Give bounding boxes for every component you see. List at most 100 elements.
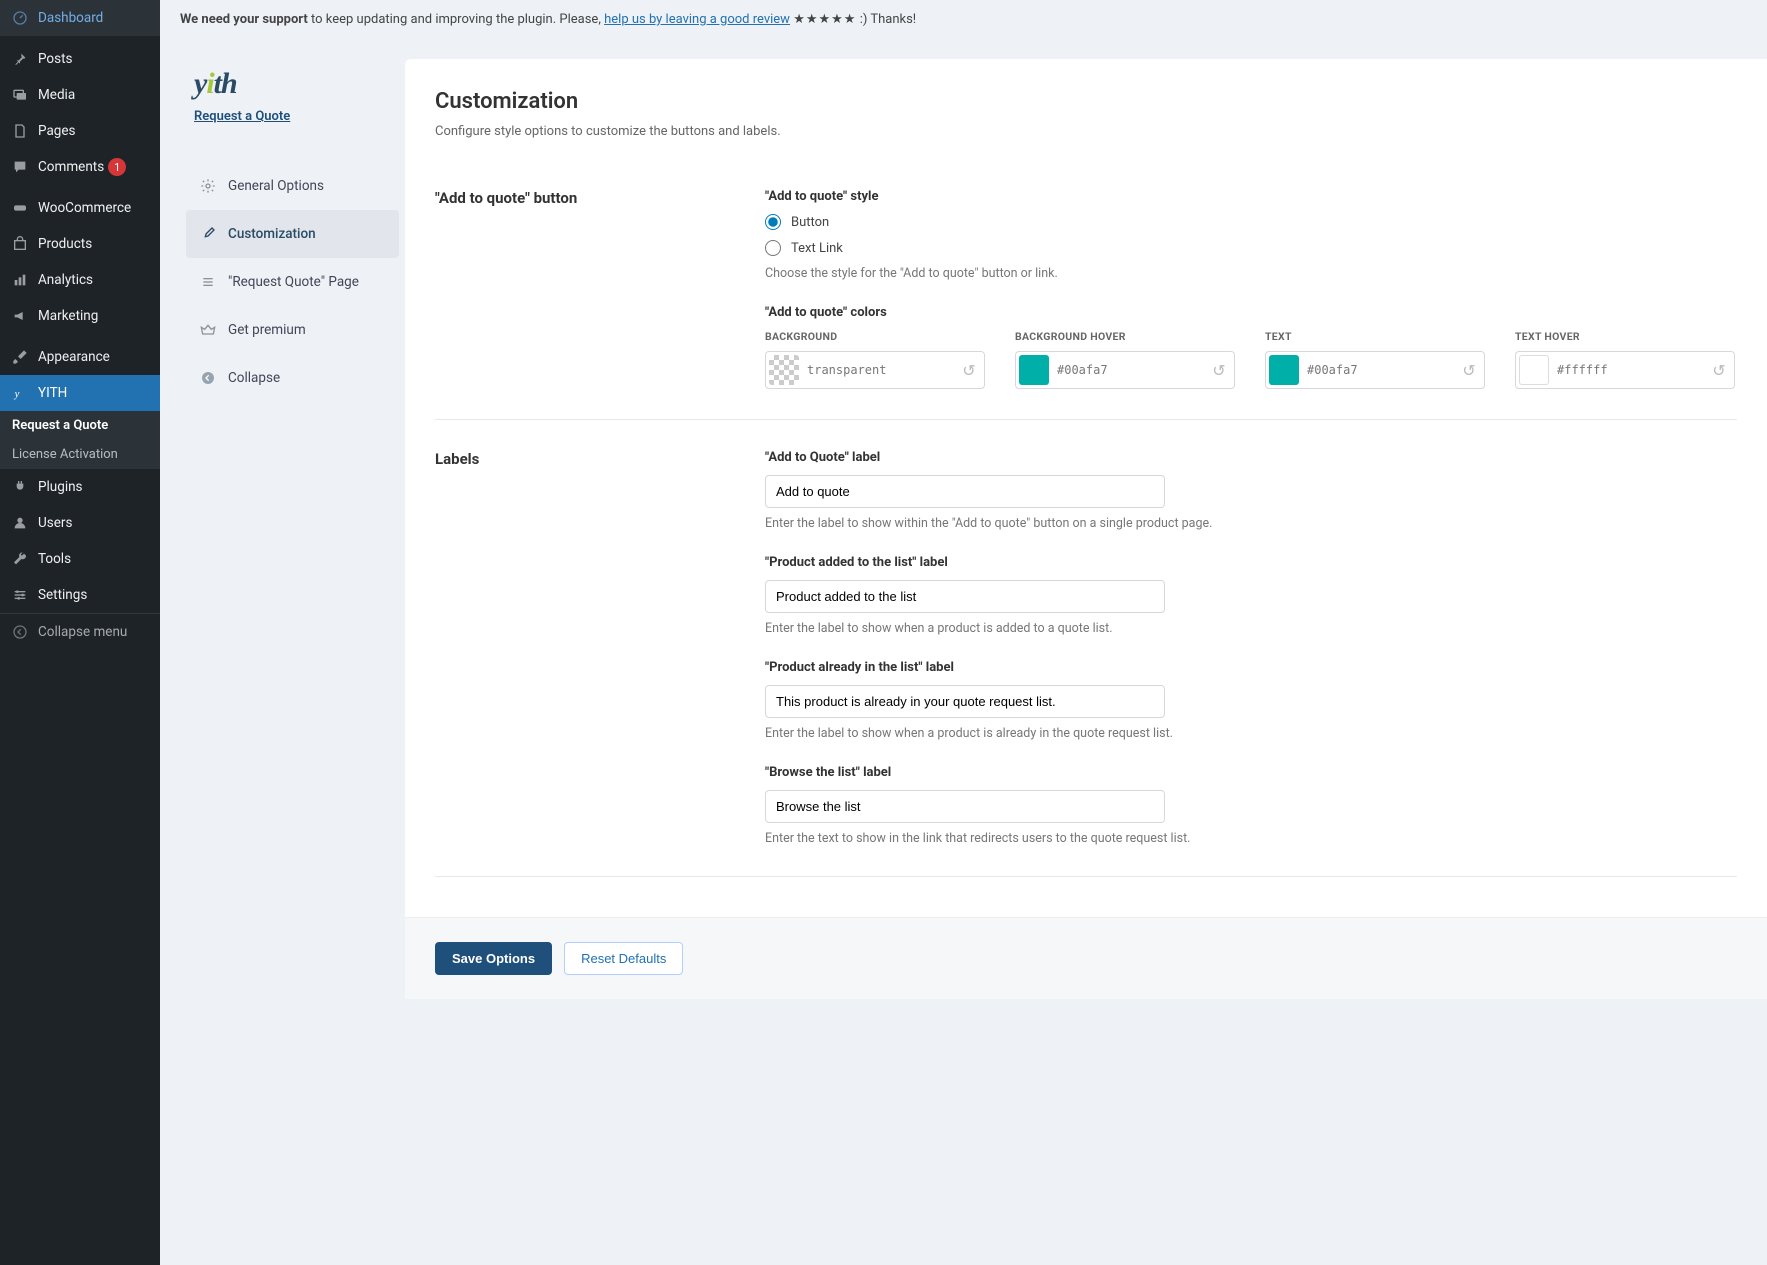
color-swatch	[1019, 355, 1049, 385]
reset-color-icon[interactable]: ↺	[1457, 358, 1481, 382]
sidebar-item-settings[interactable]: Settings	[0, 577, 160, 613]
tab-request-quote-page[interactable]: "Request Quote" Page	[180, 258, 405, 306]
color-swatch	[769, 355, 799, 385]
field-label: "Product already in the list" label	[765, 660, 1737, 675]
sidebar-item-comments[interactable]: Comments1	[0, 149, 160, 185]
sidebar-item-users[interactable]: Users	[0, 505, 160, 541]
page-description: Configure style options to customize the…	[435, 124, 1737, 139]
sidebar-item-label: Comments	[38, 159, 104, 175]
sidebar-item-plugins[interactable]: Plugins	[0, 469, 160, 505]
color-value: #00afa7	[1057, 363, 1207, 377]
media-icon	[10, 85, 30, 105]
sidebar-item-label: Products	[38, 236, 92, 252]
color-caption: TEXT HOVER	[1515, 330, 1735, 343]
gear-icon	[198, 176, 218, 196]
sidebar-item-products[interactable]: Products	[0, 226, 160, 262]
sidebar-item-woocommerce[interactable]: WooCommerce	[0, 190, 160, 226]
sidebar-item-posts[interactable]: Posts	[0, 41, 160, 77]
color-value: transparent	[807, 363, 957, 377]
field-help: Enter the label to show when a product i…	[765, 621, 1737, 636]
review-notice: We need your support to keep updating an…	[160, 0, 1767, 39]
radio-textlink-style[interactable]	[765, 240, 781, 256]
color-value: #ffffff	[1557, 363, 1707, 377]
yith-subnav: yith Request a Quote General Options Cus…	[180, 59, 405, 999]
sidebar-subitem-license-activation[interactable]: License Activation	[0, 440, 160, 469]
color-swatch	[1269, 355, 1299, 385]
sidebar-item-pages[interactable]: Pages	[0, 113, 160, 149]
input-browse-list-label[interactable]	[765, 790, 1165, 823]
products-icon	[10, 234, 30, 254]
input-product-added-label[interactable]	[765, 580, 1165, 613]
sidebar-item-label: Collapse menu	[38, 624, 127, 640]
page-icon	[10, 121, 30, 141]
review-link[interactable]: help us by leaving a good review	[604, 12, 790, 27]
settings-panel: Customization Configure style options to…	[405, 59, 1767, 999]
sidebar-item-appearance[interactable]: Appearance	[0, 339, 160, 375]
sidebar-collapse[interactable]: Collapse menu	[0, 614, 160, 650]
section-title-labels: Labels	[435, 450, 765, 846]
field-label-style: "Add to quote" style	[765, 189, 1737, 204]
reset-color-icon[interactable]: ↺	[1207, 358, 1231, 382]
svg-text:y: y	[14, 389, 20, 400]
sidebar-item-label: Dashboard	[38, 10, 103, 26]
tab-general-options[interactable]: General Options	[180, 162, 405, 210]
sidebar-item-dashboard[interactable]: Dashboard	[0, 0, 160, 36]
plugin-name-link[interactable]: Request a Quote	[194, 109, 391, 124]
sidebar-item-label: WooCommerce	[38, 200, 131, 216]
yith-logo: yith	[194, 67, 237, 100]
sidebar-item-media[interactable]: Media	[0, 77, 160, 113]
sidebar-item-yith[interactable]: y YITH	[0, 375, 160, 411]
reset-color-icon[interactable]: ↺	[957, 358, 981, 382]
sidebar-item-label: Plugins	[38, 479, 83, 495]
woocommerce-icon	[10, 198, 30, 218]
field-label: "Product added to the list" label	[765, 555, 1737, 570]
color-input-background[interactable]: transparent ↺	[765, 351, 985, 389]
reset-defaults-button[interactable]: Reset Defaults	[564, 942, 683, 975]
brush-icon	[10, 347, 30, 367]
comment-count-badge: 1	[108, 158, 126, 176]
sidebar-item-tools[interactable]: Tools	[0, 541, 160, 577]
sidebar-item-label: Marketing	[38, 308, 98, 324]
wp-admin-sidebar: Dashboard Posts Media Pages Comments1 Wo…	[0, 0, 160, 1265]
field-label: "Add to Quote" label	[765, 450, 1737, 465]
input-add-to-quote-label[interactable]	[765, 475, 1165, 508]
tab-get-premium[interactable]: Get premium	[180, 306, 405, 354]
sidebar-item-label: Tools	[38, 551, 71, 567]
radio-button-style[interactable]	[765, 214, 781, 230]
radio-label: Text Link	[791, 241, 843, 256]
page-title: Customization	[435, 89, 1737, 114]
sidebar-item-label: Appearance	[38, 349, 110, 365]
tab-customization[interactable]: Customization	[186, 210, 399, 258]
save-button[interactable]: Save Options	[435, 942, 552, 975]
megaphone-icon	[10, 306, 30, 326]
reset-color-icon[interactable]: ↺	[1707, 358, 1731, 382]
section-title-button: "Add to quote" button	[435, 189, 765, 389]
wrench-icon	[10, 549, 30, 569]
input-product-already-label[interactable]	[765, 685, 1165, 718]
stars-icon: ★★★★★	[793, 12, 856, 27]
sidebar-item-label: Users	[38, 515, 72, 531]
settings-icon	[10, 585, 30, 605]
tab-collapse[interactable]: Collapse	[180, 354, 405, 402]
color-input-text-hover[interactable]: #ffffff ↺	[1515, 351, 1735, 389]
arrow-left-circle-icon	[198, 368, 218, 388]
sidebar-item-label: Analytics	[38, 272, 93, 288]
color-caption: TEXT	[1265, 330, 1485, 343]
plug-icon	[10, 477, 30, 497]
collapse-icon	[10, 622, 30, 642]
sidebar-item-analytics[interactable]: Analytics	[0, 262, 160, 298]
sidebar-subitem-request-quote[interactable]: Request a Quote	[0, 411, 160, 440]
sidebar-item-label: Pages	[38, 123, 76, 139]
field-label-colors: "Add to quote" colors	[765, 305, 1737, 320]
color-caption: BACKGROUND HOVER	[1015, 330, 1235, 343]
color-input-background-hover[interactable]: #00afa7 ↺	[1015, 351, 1235, 389]
color-swatch	[1519, 355, 1549, 385]
list-icon	[198, 272, 218, 292]
color-input-text[interactable]: #00afa7 ↺	[1265, 351, 1485, 389]
sidebar-item-label: Media	[38, 87, 75, 103]
pin-icon	[10, 49, 30, 69]
analytics-icon	[10, 270, 30, 290]
sidebar-item-marketing[interactable]: Marketing	[0, 298, 160, 334]
sidebar-item-label: YITH	[38, 385, 67, 401]
sidebar-item-label: Posts	[38, 51, 72, 67]
